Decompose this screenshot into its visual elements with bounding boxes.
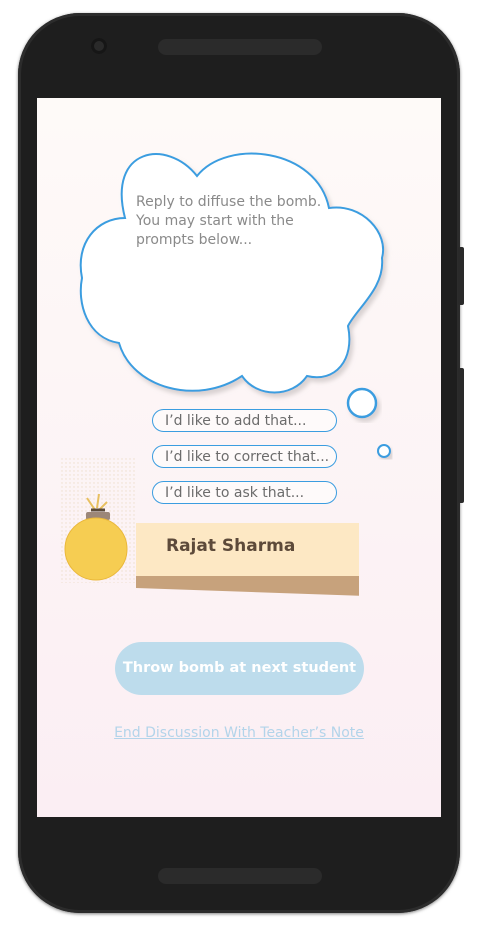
end-discussion-link[interactable]: End Discussion With Teacher’s Note: [113, 725, 365, 741]
camera-icon: [91, 38, 107, 54]
app-screen: Reply to diffuse the bomb. You may start…: [37, 98, 441, 817]
prompt-ask-button[interactable]: I’d like to ask that...: [152, 481, 337, 504]
prompt-add-button[interactable]: I’d like to add that...: [152, 409, 337, 432]
bomb-icon: [61, 458, 137, 583]
cloud-instruction-text: Reply to diffuse the bomb. You may start…: [136, 194, 322, 248]
speaker-grille-bottom: [158, 868, 322, 884]
speaker-grille-top: [158, 39, 322, 55]
power-button: [458, 368, 464, 503]
prompt-correct-button[interactable]: I’d like to correct that...: [152, 445, 337, 468]
student-name-card: Rajat Sharma: [136, 523, 359, 576]
student-name: Rajat Sharma: [166, 536, 296, 556]
throw-bomb-button[interactable]: Throw bomb at next student: [115, 642, 364, 695]
volume-button: [458, 247, 464, 305]
